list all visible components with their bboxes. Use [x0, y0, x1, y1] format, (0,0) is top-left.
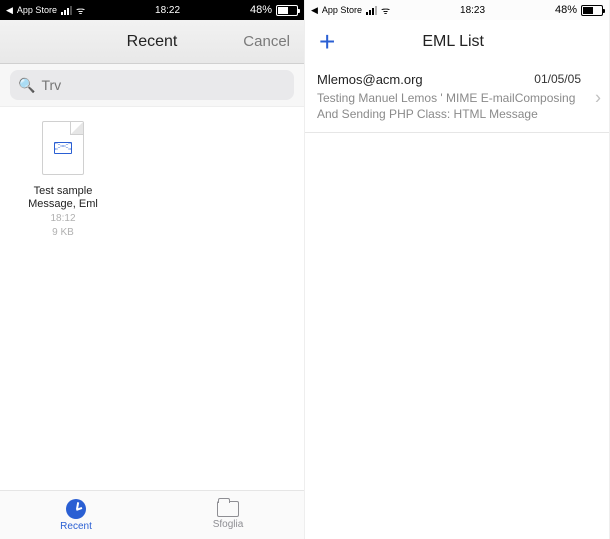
file-size: 9 KB — [18, 227, 108, 239]
file-time: 18:12 — [18, 213, 108, 225]
navbar: + EML List — [305, 20, 609, 64]
status-back-app[interactable]: App Store — [322, 5, 362, 15]
signal-icon — [61, 6, 72, 15]
cancel-button[interactable]: Cancel — [243, 33, 290, 50]
navbar: Recent Cancel — [0, 20, 304, 64]
status-bar: ◀ App Store ᯤ 18:22 48% — [0, 0, 304, 20]
tab-recent-label: Recent — [60, 521, 92, 532]
tab-recent[interactable]: Recent — [0, 491, 152, 539]
add-button[interactable]: + — [319, 28, 335, 56]
eml-subject: Testing Manuel Lemos ' MIME E-mailCompos… — [317, 91, 581, 122]
back-arrow-icon: ◀ — [311, 5, 318, 16]
status-time: 18:23 — [460, 5, 485, 16]
phone-left-recent: ◀ App Store ᯤ 18:22 48% Recent Cancel 🔍 … — [0, 0, 305, 539]
battery-icon — [581, 5, 603, 16]
tab-browse-label: Sfoglia — [213, 519, 244, 530]
tab-bar: Recent Sfoglia — [0, 490, 304, 539]
search-input[interactable] — [41, 77, 286, 93]
eml-date: 01/05/05 — [534, 72, 581, 86]
status-time: 18:22 — [155, 5, 180, 16]
eml-list-item[interactable]: Mlemos@acm.org 01/05/05 Testing Manuel L… — [305, 64, 609, 133]
folder-icon — [217, 501, 239, 517]
status-battery-pct: 48% — [555, 4, 577, 16]
search-icon: 🔍 — [18, 77, 35, 94]
file-grid: Test sample Message, Eml 18:12 9 KB — [0, 107, 304, 490]
battery-icon — [276, 5, 298, 16]
search-box[interactable]: 🔍 — [10, 70, 294, 100]
status-bar: ◀ App Store ᯤ 18:23 48% — [305, 0, 609, 20]
file-tile[interactable]: Test sample Message, Eml 18:12 9 KB — [18, 121, 108, 239]
eml-file-icon — [42, 121, 84, 175]
chevron-right-icon: › — [595, 88, 601, 109]
status-back-app[interactable]: App Store — [17, 5, 57, 15]
clock-icon — [66, 499, 86, 519]
file-name: Test sample Message, Eml — [18, 185, 108, 211]
nav-title: EML List — [422, 33, 484, 51]
tab-browse[interactable]: Sfoglia — [152, 491, 304, 539]
back-arrow-icon: ◀ — [6, 5, 13, 16]
wifi-icon: ᯤ — [76, 3, 85, 17]
wifi-icon: ᯤ — [381, 3, 390, 17]
phone-right-emllist: ◀ App Store ᯤ 18:23 48% + EML List Mlemo… — [305, 0, 610, 539]
search-row: 🔍 — [0, 64, 304, 107]
envelope-icon — [54, 142, 72, 154]
status-battery-pct: 48% — [250, 4, 272, 16]
signal-icon — [366, 6, 377, 15]
